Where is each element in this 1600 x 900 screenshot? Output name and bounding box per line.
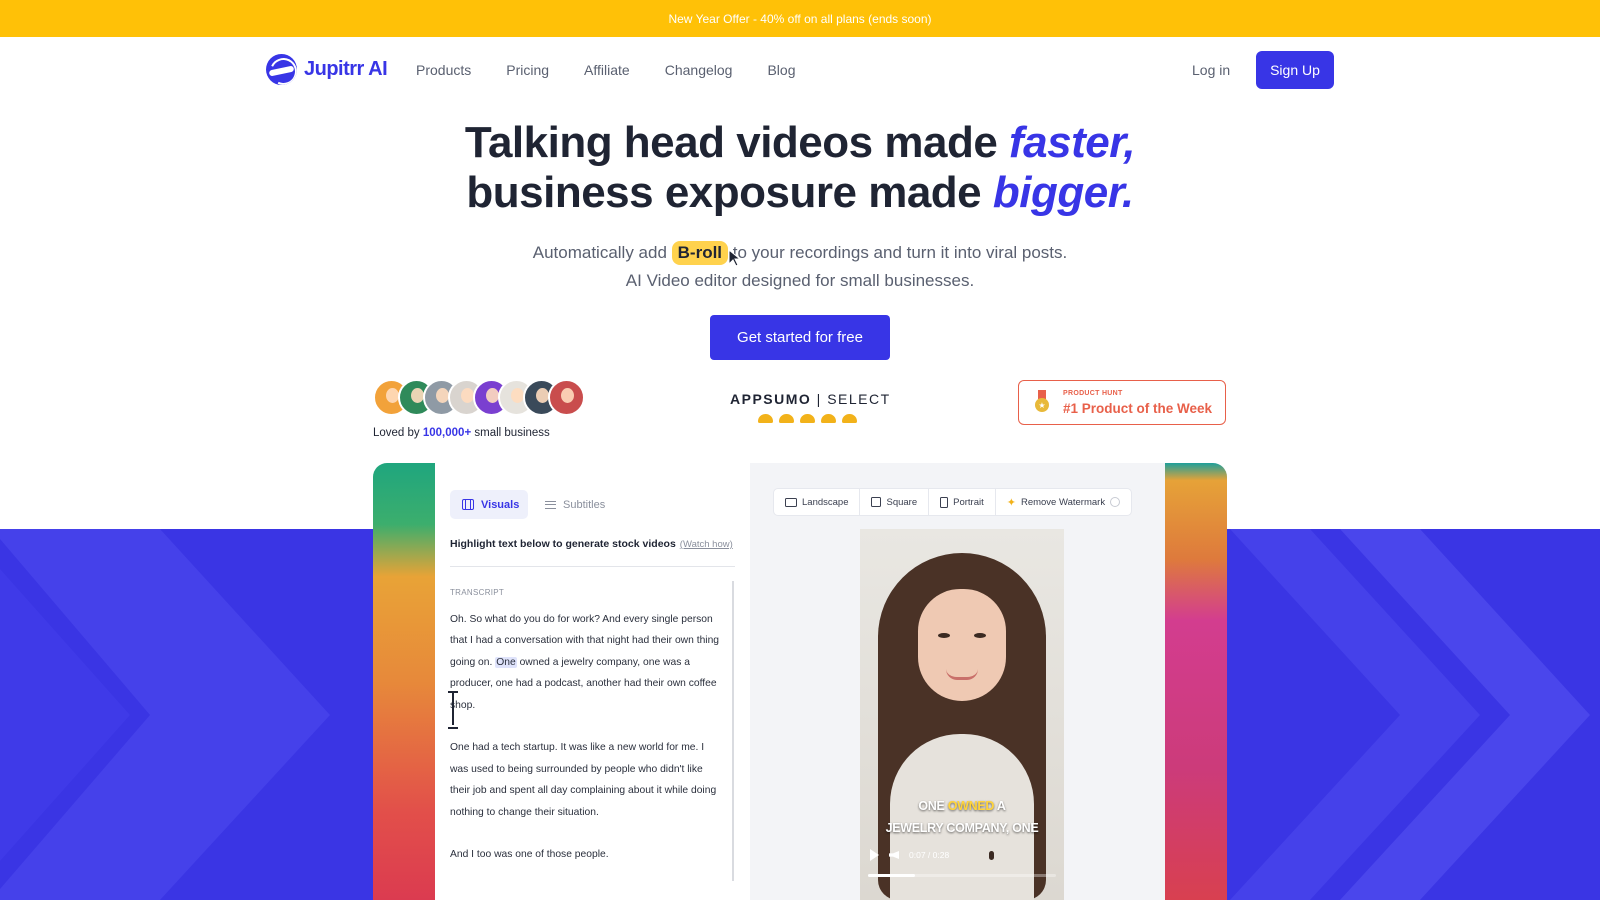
appsumo-select: SELECT xyxy=(827,391,891,407)
film-icon xyxy=(462,498,474,510)
volume-icon[interactable] xyxy=(889,851,899,859)
app-mockup: Visuals Subtitles Highlight text below t… xyxy=(373,463,1227,900)
nav-link-affiliate[interactable]: Affiliate xyxy=(584,62,630,78)
sub-line2: AI Video editor designed for small busin… xyxy=(625,271,975,290)
tab-visuals-label: Visuals xyxy=(481,498,520,511)
tab-subtitles[interactable]: Subtitles xyxy=(545,490,605,519)
video-preview[interactable]: ONE OWNED A JEWELRY COMPANY, ONE 0:07 / … xyxy=(860,529,1064,900)
signup-button[interactable]: Sign Up xyxy=(1256,51,1334,89)
broll-highlight: B-roll xyxy=(671,241,742,267)
transcript-label: TRANSCRIPT xyxy=(450,588,505,597)
transcript-paragraph[interactable]: Oh. So what do you do for work? And ever… xyxy=(450,609,725,716)
medal-icon: ★ xyxy=(1035,390,1049,416)
format-portrait-label: Portrait xyxy=(953,496,984,508)
gradient-frame-left xyxy=(373,463,435,900)
sub-before: Automatically add xyxy=(532,243,672,262)
customer-avatars xyxy=(373,379,585,416)
taco-icon xyxy=(779,414,794,423)
square-icon xyxy=(871,497,882,507)
caption-line2: JEWELRY COMPANY, ONE xyxy=(885,821,1039,835)
hero-headline: Talking head videos made faster, busines… xyxy=(0,118,1600,218)
format-landscape-button[interactable]: Landscape xyxy=(774,489,861,515)
nav-link-products[interactable]: Products xyxy=(416,62,471,78)
logo[interactable]: Jupitrr AI xyxy=(266,54,388,85)
promo-bar[interactable]: New Year Offer - 40% off on all plans (e… xyxy=(0,0,1600,37)
video-subject-face xyxy=(918,589,1006,701)
taco-icon xyxy=(758,414,773,423)
chevron-decoration-left xyxy=(0,529,330,900)
play-icon[interactable] xyxy=(870,849,879,861)
nav-links: Products Pricing Affiliate Changelog Blo… xyxy=(416,62,830,78)
watch-how-link[interactable]: (Watch how) xyxy=(680,539,733,550)
loved-suffix: small business xyxy=(471,427,550,439)
loved-prefix: Loved by xyxy=(373,427,423,439)
format-landscape-label: Landscape xyxy=(802,496,849,508)
video-progress-bar[interactable] xyxy=(868,874,1056,877)
product-hunt-badge[interactable]: ★ PRODUCT HUNT #1 Product of the Week xyxy=(1018,380,1226,425)
format-square-label: Square xyxy=(886,496,918,508)
jupitrr-logo-icon xyxy=(266,54,297,85)
toggle-icon[interactable] xyxy=(1110,497,1121,507)
headline-faster: faster, xyxy=(1009,118,1136,167)
broll-text: B-roll xyxy=(677,243,723,262)
avatar xyxy=(548,379,585,416)
taco-rating xyxy=(758,414,857,423)
nav-link-blog[interactable]: Blog xyxy=(767,62,795,78)
nav-link-changelog[interactable]: Changelog xyxy=(665,62,733,78)
preview-panel: Landscape Square Portrait ✦ Remove Water… xyxy=(750,463,1165,900)
remove-watermark-toggle[interactable]: ✦ Remove Watermark xyxy=(996,489,1131,515)
headline-line2: business exposure made xyxy=(466,168,993,217)
portrait-icon xyxy=(940,496,949,508)
ph-title: #1 Product of the Week xyxy=(1063,401,1213,416)
hero-subheadline: Automatically add B-roll to your recordi… xyxy=(0,239,1600,295)
text-cursor-icon xyxy=(448,691,458,729)
hint-text: Highlight text below to generate stock v… xyxy=(450,538,676,550)
taco-icon xyxy=(800,414,815,423)
format-portrait-button[interactable]: Portrait xyxy=(929,489,996,515)
headline-line1: Talking head videos made xyxy=(464,118,1010,167)
tab-subtitles-label: Subtitles xyxy=(563,498,606,511)
transcript-text[interactable]: Oh. So what do you do for work? And ever… xyxy=(450,609,725,887)
video-time: 0:07 / 0:28 xyxy=(909,850,950,860)
taco-icon xyxy=(821,414,836,423)
gradient-frame-right xyxy=(1165,463,1227,900)
caption-line1: ONE OWNED A xyxy=(918,799,1006,813)
promo-text: New Year Offer - 40% off on all plans (e… xyxy=(668,11,932,26)
highlight-hint: Highlight text below to generate stock v… xyxy=(450,538,733,550)
top-nav: Jupitrr AI Products Pricing Affiliate Ch… xyxy=(0,37,1600,103)
editor-panel: Visuals Subtitles Highlight text below t… xyxy=(435,463,748,900)
ph-label: PRODUCT HUNT xyxy=(1063,390,1123,397)
landscape-icon xyxy=(785,497,797,507)
divider xyxy=(450,566,735,567)
tab-visuals[interactable]: Visuals xyxy=(450,490,528,519)
nav-link-pricing[interactable]: Pricing xyxy=(506,62,549,78)
transcript-paragraph[interactable]: One had a tech startup. It was like a ne… xyxy=(450,737,725,823)
sub-after: to your recordings and turn it into vira… xyxy=(728,243,1068,262)
caption-highlight: OWNED xyxy=(947,799,995,813)
appsumo-select-badge[interactable]: APPSUMO | SELECT xyxy=(730,391,891,407)
video-controls: 0:07 / 0:28 xyxy=(870,844,1054,866)
chevron-decoration-right xyxy=(1230,529,1590,900)
remove-watermark-label: Remove Watermark xyxy=(1020,496,1106,508)
logo-text: Jupitrr AI xyxy=(304,58,388,80)
format-square-button[interactable]: Square xyxy=(860,489,930,515)
loved-count: 100,000+ xyxy=(422,427,472,439)
get-started-button[interactable]: Get started for free xyxy=(710,315,890,360)
loved-by-text: Loved by 100,000+ small business xyxy=(373,427,550,439)
sparkle-icon: ✦ xyxy=(1006,496,1016,509)
mic-icon xyxy=(989,850,995,860)
transcript-scrollbar[interactable] xyxy=(732,581,734,881)
highlighted-word[interactable]: One xyxy=(495,656,517,668)
format-toolbar: Landscape Square Portrait ✦ Remove Water… xyxy=(773,488,1133,516)
taco-icon xyxy=(842,414,857,423)
video-progress-fill xyxy=(868,874,915,877)
appsumo-brand: APPSUMO xyxy=(730,391,812,407)
mouse-cursor-icon xyxy=(728,249,742,267)
login-link[interactable]: Log in xyxy=(1192,62,1230,78)
subtitles-icon xyxy=(545,500,556,509)
transcript-paragraph[interactable]: And I too was one of those people. xyxy=(450,844,725,865)
headline-bigger: bigger. xyxy=(992,168,1134,217)
